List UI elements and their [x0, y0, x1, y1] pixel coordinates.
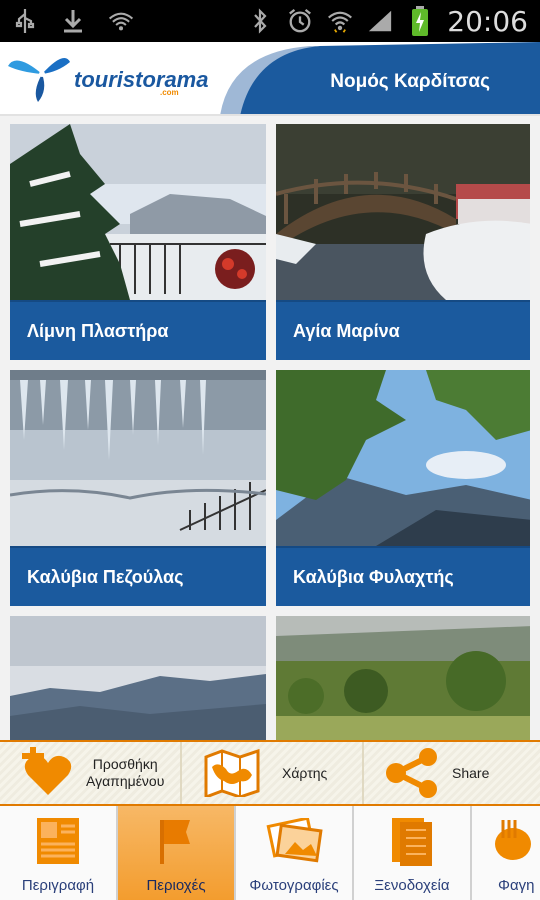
- place-tile-limni-plastira[interactable]: Λίμνη Πλαστήρα: [10, 124, 266, 360]
- photos-icon: [266, 818, 323, 863]
- place-label: Καλύβια Φυλαχτής: [276, 546, 530, 606]
- place-tile-agia-marina[interactable]: Αγία Μαρίνα: [276, 124, 530, 360]
- place-label: Καλύβια Πεζούλας: [10, 546, 266, 606]
- places-grid: Λίμνη Πλαστήρα Αγία Μαρίνα Καλύβια Πεζού…: [10, 124, 530, 740]
- page-title: Νομός Καρδίτσας: [330, 71, 490, 92]
- add-favorite-label-1: Προσθήκη: [92, 756, 158, 772]
- map-label: Χάρτης: [282, 764, 328, 781]
- place-photo: [10, 616, 266, 740]
- place-photo: [276, 616, 530, 740]
- description-icon: [37, 818, 79, 864]
- tab-bar: Περιγραφή Περιοχές Φωτογραφίες Ξενοδοχεί…: [0, 804, 540, 900]
- app-header: touristorama .com Νομός Καρδίτσας: [0, 42, 540, 116]
- share-icon: [386, 748, 437, 798]
- wifi-question-icon: [108, 8, 134, 34]
- signal-icon: [367, 8, 393, 34]
- propeller-logo-icon: [8, 58, 70, 102]
- place-tile-kalyvia-fylachtis[interactable]: Καλύβια Φυλαχτής: [276, 370, 530, 606]
- add-favorite-button[interactable]: Προσθήκη Αγαπημένου: [0, 742, 182, 804]
- status-bar: 20:06: [0, 0, 540, 42]
- tab-food-label: Φαγη: [498, 877, 535, 894]
- bluetooth-icon: [247, 8, 273, 34]
- food-icon: [494, 820, 531, 860]
- tab-photos[interactable]: Φωτογραφίες: [236, 806, 354, 900]
- map-icon: [204, 749, 260, 797]
- place-label: Αγία Μαρίνα: [276, 300, 530, 360]
- tab-description-label: Περιγραφή: [21, 877, 95, 894]
- tab-photos-label: Φωτογραφίες: [249, 877, 339, 894]
- place-tile-kalyvia-pezoulas[interactable]: Καλύβια Πεζούλας: [10, 370, 266, 606]
- place-label: Λίμνη Πλαστήρα: [10, 300, 266, 360]
- action-bar: Προσθήκη Αγαπημένου Χάρτης Share: [0, 740, 540, 804]
- alarm-clock-icon: [287, 8, 313, 34]
- battery-charging-icon: [407, 6, 433, 36]
- add-favorite-heart-icon: [22, 747, 72, 795]
- tab-hotels[interactable]: Ξενοδοχεία: [354, 806, 472, 900]
- status-time: 20:06: [447, 4, 528, 38]
- tab-areas[interactable]: Περιοχές: [118, 806, 236, 900]
- map-button[interactable]: Χάρτης: [182, 742, 364, 804]
- place-photo: [10, 370, 266, 546]
- place-photo: [276, 370, 530, 546]
- tab-food[interactable]: Φαγη: [472, 806, 540, 900]
- add-favorite-label-2: Αγαπημένου: [86, 773, 165, 789]
- download-icon: [60, 8, 86, 34]
- share-label: Share: [452, 764, 490, 781]
- usb-icon: [12, 8, 38, 34]
- place-tile-meadow[interactable]: [276, 616, 530, 740]
- hotels-icon: [392, 818, 432, 866]
- place-photo: [10, 124, 266, 300]
- place-photo: [276, 124, 530, 300]
- tab-hotels-label: Ξενοδοχεία: [374, 877, 450, 894]
- logo-suffix: .com: [160, 88, 179, 97]
- share-button[interactable]: Share: [364, 742, 540, 804]
- wifi-icon: [327, 8, 353, 34]
- place-tile-mountains[interactable]: [10, 616, 266, 740]
- tab-description[interactable]: Περιγραφή: [0, 806, 118, 900]
- tab-areas-label: Περιοχές: [146, 877, 206, 894]
- flag-icon: [160, 820, 190, 864]
